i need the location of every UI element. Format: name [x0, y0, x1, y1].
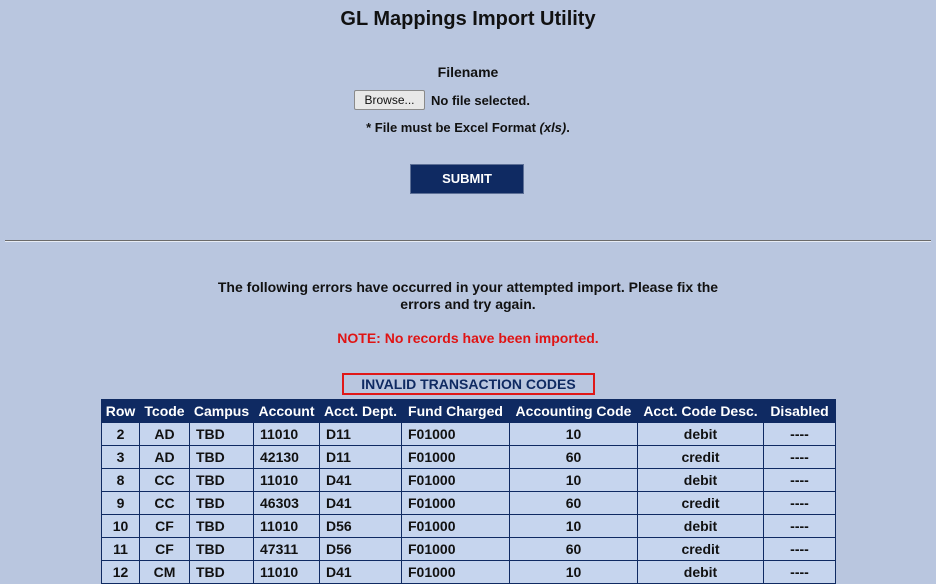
cell-campus: TBD [189, 560, 254, 584]
cell-tcode: CC [139, 468, 190, 492]
submit-button[interactable]: SUBMIT [410, 164, 524, 194]
cell-account: 46303 [253, 491, 320, 515]
cell-campus: TBD [189, 422, 254, 446]
cell-acct-code-desc: credit [637, 491, 764, 515]
filename-label: Filename [437, 64, 499, 80]
cell-row: 9 [101, 491, 140, 515]
cell-acct-dept: D11 [319, 445, 402, 469]
table-row: 8 CC TBD 11010 D41 F01000 10 debit ---- [101, 468, 836, 492]
cell-account: 11010 [253, 514, 320, 538]
cell-fund-charged: F01000 [401, 514, 510, 538]
format-note-ext: (xls) [539, 120, 567, 135]
header-campus: Campus [189, 399, 254, 423]
cell-row: 10 [101, 514, 140, 538]
file-picker: Browse... No file selected. [354, 90, 530, 110]
cell-account: 11010 [253, 422, 320, 446]
cell-acct-dept: D41 [319, 491, 402, 515]
import-note: NOTE: No records have been imported. [337, 330, 599, 346]
header-acct-code-desc: Acct. Code Desc. [637, 399, 764, 423]
cell-campus: TBD [189, 491, 254, 515]
cell-acct-dept: D56 [319, 514, 402, 538]
cell-tcode: CF [139, 537, 190, 561]
cell-accounting-code: 60 [509, 445, 638, 469]
cell-acct-code-desc: debit [637, 422, 764, 446]
invalid-codes-table: Row Tcode Campus Account Acct. Dept. Fun… [101, 399, 836, 584]
format-note-suffix: . [566, 120, 570, 135]
table-row: 9 CC TBD 46303 D41 F01000 60 credit ---- [101, 491, 836, 515]
cell-fund-charged: F01000 [401, 560, 510, 584]
cell-account: 11010 [253, 468, 320, 492]
cell-disabled: ---- [763, 537, 836, 561]
cell-tcode: AD [139, 422, 190, 446]
header-tcode: Tcode [139, 399, 190, 423]
cell-acct-dept: D41 [319, 468, 402, 492]
table-header-row: Row Tcode Campus Account Acct. Dept. Fun… [101, 399, 836, 423]
cell-fund-charged: F01000 [401, 422, 510, 446]
cell-account: 47311 [253, 537, 320, 561]
cell-campus: TBD [189, 514, 254, 538]
cell-disabled: ---- [763, 514, 836, 538]
cell-accounting-code: 10 [509, 468, 638, 492]
cell-row: 3 [101, 445, 140, 469]
cell-campus: TBD [189, 537, 254, 561]
cell-accounting-code: 60 [509, 537, 638, 561]
cell-tcode: CF [139, 514, 190, 538]
cell-tcode: CC [139, 491, 190, 515]
table-row: 11 CF TBD 47311 D56 F01000 60 credit ---… [101, 537, 836, 561]
table-row: 10 CF TBD 11010 D56 F01000 10 debit ---- [101, 514, 836, 538]
cell-acct-code-desc: debit [637, 514, 764, 538]
cell-acct-dept: D11 [319, 422, 402, 446]
cell-account: 42130 [253, 445, 320, 469]
file-status-text: No file selected. [431, 92, 530, 108]
header-fund-charged: Fund Charged [401, 399, 510, 423]
cell-row: 11 [101, 537, 140, 561]
table-row: 12 CM TBD 11010 D41 F01000 10 debit ---- [101, 560, 836, 584]
cell-disabled: ---- [763, 491, 836, 515]
cell-disabled: ---- [763, 445, 836, 469]
table-row: 2 AD TBD 11010 D11 F01000 10 debit ---- [101, 422, 836, 446]
header-row: Row [101, 399, 140, 423]
header-account: Account [253, 399, 320, 423]
cell-accounting-code: 10 [509, 514, 638, 538]
cell-fund-charged: F01000 [401, 491, 510, 515]
cell-fund-charged: F01000 [401, 537, 510, 561]
cell-row: 12 [101, 560, 140, 584]
cell-accounting-code: 60 [509, 491, 638, 515]
browse-button[interactable]: Browse... [354, 90, 425, 110]
cell-acct-code-desc: credit [637, 537, 764, 561]
cell-acct-dept: D41 [319, 560, 402, 584]
header-disabled: Disabled [763, 399, 836, 423]
cell-fund-charged: F01000 [401, 445, 510, 469]
cell-campus: TBD [189, 468, 254, 492]
cell-disabled: ---- [763, 468, 836, 492]
cell-tcode: CM [139, 560, 190, 584]
cell-tcode: AD [139, 445, 190, 469]
section-divider [5, 240, 931, 242]
header-accounting-code: Accounting Code [509, 399, 638, 423]
cell-fund-charged: F01000 [401, 468, 510, 492]
cell-acct-code-desc: credit [637, 445, 764, 469]
format-note-prefix: * File must be Excel Format [366, 120, 540, 135]
page-title: GL Mappings Import Utility [340, 8, 596, 30]
cell-disabled: ---- [763, 560, 836, 584]
invalid-codes-heading: INVALID TRANSACTION CODES [342, 373, 595, 395]
cell-disabled: ---- [763, 422, 836, 446]
table-row: 3 AD TBD 42130 D11 F01000 60 credit ---- [101, 445, 836, 469]
cell-acct-dept: D56 [319, 537, 402, 561]
cell-row: 8 [101, 468, 140, 492]
cell-campus: TBD [189, 445, 254, 469]
cell-row: 2 [101, 422, 140, 446]
cell-acct-code-desc: debit [637, 468, 764, 492]
cell-account: 11010 [253, 560, 320, 584]
cell-accounting-code: 10 [509, 422, 638, 446]
cell-acct-code-desc: debit [637, 560, 764, 584]
cell-accounting-code: 10 [509, 560, 638, 584]
error-message: The following errors have occurred in yo… [217, 279, 719, 312]
header-acct-dept: Acct. Dept. [319, 399, 402, 423]
file-format-note: * File must be Excel Format (xls). [0, 120, 936, 135]
